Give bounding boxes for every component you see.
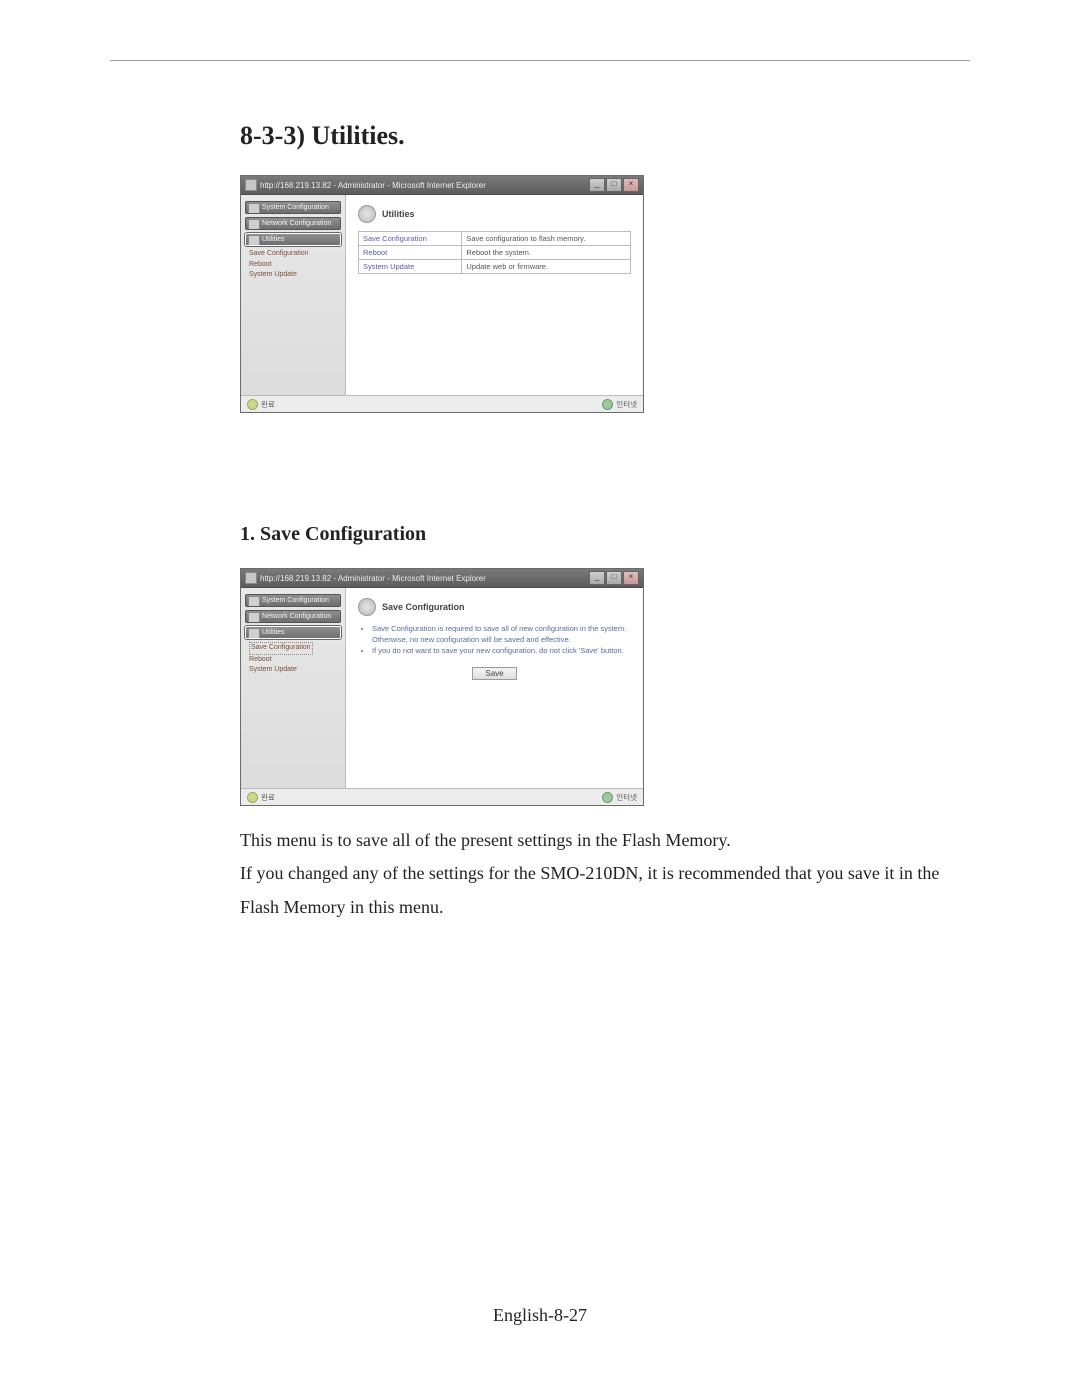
window-titlebar: http://168.219.13.82 - Administrator - M… <box>241 176 643 195</box>
sub-heading: 1. Save Configuration <box>240 523 960 546</box>
page-number: English-8-27 <box>0 1305 1080 1326</box>
window-controls: _ □ × <box>589 571 639 585</box>
table-row: Reboot Reboot the system. <box>359 246 631 260</box>
minimize-button[interactable]: _ <box>589 571 605 585</box>
sidebar-item-label: Network Configuration <box>262 613 331 620</box>
folder-icon <box>248 219 260 230</box>
tools-icon <box>358 205 376 223</box>
utilities-table: Save Configuration Save configuration to… <box>358 231 631 274</box>
sidebar-subitem-update[interactable]: System Update <box>249 665 341 676</box>
sidebar-item-network-config[interactable]: Network Configuration <box>245 217 341 230</box>
internet-zone-icon <box>602 792 613 803</box>
main-pane: Utilities Save Configuration Save config… <box>346 195 643 395</box>
top-rule <box>110 60 970 61</box>
ie-page-icon <box>245 572 257 584</box>
close-button[interactable]: × <box>623 571 639 585</box>
main-pane: Save Configuration Save Configuration is… <box>346 588 643 788</box>
window-controls: _ □ × <box>589 178 639 192</box>
pane-title: Save Configuration <box>382 602 465 612</box>
folder-icon <box>248 596 260 607</box>
folder-icon <box>248 203 260 214</box>
window-title: http://168.219.13.82 - Administrator - M… <box>260 181 486 190</box>
content-column: 8-3-3) Utilities. http://168.219.13.82 -… <box>240 121 960 924</box>
desc-save-configuration: Save configuration to flash memory. <box>462 232 631 246</box>
sidebar-sublist: Save Configuration Reboot System Update <box>245 642 341 676</box>
section-heading: 8-3-3) Utilities. <box>240 121 960 151</box>
table-row: Save Configuration Save configuration to… <box>359 232 631 246</box>
tools-icon <box>358 598 376 616</box>
sidebar: System Configuration Network Configurati… <box>241 195 346 395</box>
status-icon <box>247 792 258 803</box>
body-paragraphs: This menu is to save all of the present … <box>240 824 960 924</box>
sidebar-item-network-config[interactable]: Network Configuration <box>245 610 341 623</box>
sidebar-item-label: Network Configuration <box>262 220 331 227</box>
document-page: 8-3-3) Utilities. http://168.219.13.82 -… <box>0 0 1080 1378</box>
sidebar-sublist: Save Configuration Reboot System Update <box>245 249 341 281</box>
status-bar: 완료 인터넷 <box>241 788 643 805</box>
folder-icon <box>248 612 260 623</box>
desc-reboot: Reboot the system. <box>462 246 631 260</box>
sidebar-item-label: Utilities <box>262 629 285 636</box>
status-left-text: 완료 <box>261 792 275 803</box>
status-left-text: 완료 <box>261 399 275 410</box>
screenshot-save-config-window: http://168.219.13.82 - Administrator - M… <box>240 568 644 806</box>
sidebar-item-utilities[interactable]: Utilities <box>245 626 341 639</box>
status-bar: 완료 인터넷 <box>241 395 643 412</box>
save-desc-bullet: If you do not want to save your new conf… <box>372 646 631 657</box>
body-line: This menu is to save all of the present … <box>240 824 960 857</box>
save-button[interactable]: Save <box>472 667 516 680</box>
maximize-button[interactable]: □ <box>606 571 622 585</box>
window-titlebar: http://168.219.13.82 - Administrator - M… <box>241 569 643 588</box>
tools-icon <box>248 235 260 246</box>
sidebar-subitem-save[interactable]: Save Configuration <box>249 249 341 260</box>
link-save-configuration[interactable]: Save Configuration <box>359 232 462 246</box>
sidebar-subitem-reboot[interactable]: Reboot <box>249 260 341 271</box>
body-line: If you changed any of the settings for t… <box>240 857 960 924</box>
status-right-text: 인터넷 <box>616 399 637 410</box>
close-button[interactable]: × <box>623 178 639 192</box>
table-row: System Update Update web or firmware. <box>359 260 631 274</box>
sidebar-item-utilities[interactable]: Utilities <box>245 233 341 246</box>
sidebar-item-system-config[interactable]: System Configuration <box>245 201 341 214</box>
status-icon <box>247 399 258 410</box>
sidebar-item-label: Utilities <box>262 236 285 243</box>
ie-page-icon <box>245 179 257 191</box>
sidebar-item-system-config[interactable]: System Configuration <box>245 594 341 607</box>
sidebar-item-label: System Configuration <box>262 597 329 604</box>
screenshot-utilities-window: http://168.219.13.82 - Administrator - M… <box>240 175 644 413</box>
window-title: http://168.219.13.82 - Administrator - M… <box>260 574 486 583</box>
sidebar-subitem-save[interactable]: Save Configuration <box>249 642 313 655</box>
sidebar-item-label: System Configuration <box>262 204 329 211</box>
sidebar: System Configuration Network Configurati… <box>241 588 346 788</box>
link-reboot[interactable]: Reboot <box>359 246 462 260</box>
desc-system-update: Update web or firmware. <box>462 260 631 274</box>
save-description-list: Save Configuration is required to save a… <box>358 624 631 657</box>
internet-zone-icon <box>602 399 613 410</box>
status-right-text: 인터넷 <box>616 792 637 803</box>
minimize-button[interactable]: _ <box>589 178 605 192</box>
sidebar-subitem-reboot[interactable]: Reboot <box>249 655 341 666</box>
save-desc-bullet: Save Configuration is required to save a… <box>372 624 631 645</box>
sidebar-subitem-update[interactable]: System Update <box>249 270 341 281</box>
tools-icon <box>248 628 260 639</box>
pane-title: Utilities <box>382 209 415 219</box>
maximize-button[interactable]: □ <box>606 178 622 192</box>
link-system-update[interactable]: System Update <box>359 260 462 274</box>
